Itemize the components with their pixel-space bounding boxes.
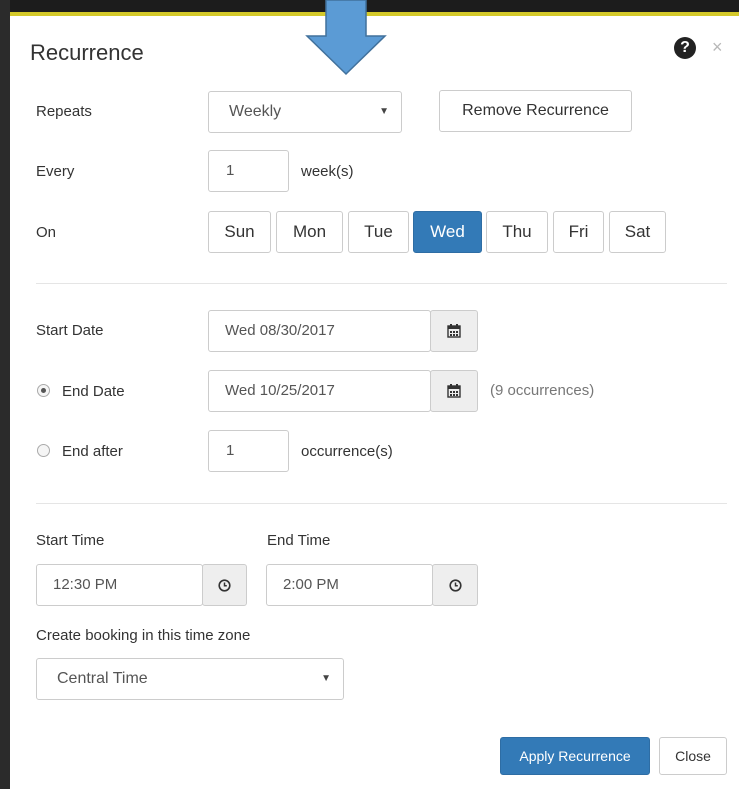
end-time-label: End Time	[267, 532, 331, 549]
end-after-radio[interactable]	[37, 444, 50, 457]
occurrence-count: (9 occurrences)	[490, 382, 595, 399]
start-date-label: Start Date	[36, 322, 104, 339]
day-button-wed[interactable]: Wed	[413, 211, 482, 253]
chevron-down-icon: ▼	[379, 106, 389, 117]
timezone-select-value: Central Time	[57, 670, 148, 687]
apply-recurrence-button[interactable]: Apply Recurrence	[500, 737, 650, 775]
question-circle-icon[interactable]: ?	[674, 37, 696, 59]
day-button-sun[interactable]: Sun	[208, 211, 271, 253]
section-divider	[36, 503, 727, 504]
timezone-label: Create booking in this time zone	[36, 627, 251, 644]
end-time-clock-button[interactable]	[432, 564, 478, 606]
timezone-select[interactable]: Central Time ▼	[36, 658, 344, 700]
calendar-icon	[447, 384, 461, 398]
repeats-label: Repeats	[36, 103, 92, 120]
start-time-label: Start Time	[36, 532, 105, 549]
end-after-unit-label: occurrence(s)	[301, 443, 393, 460]
clock-icon	[448, 579, 462, 592]
repeats-select[interactable]: Weekly ▼	[208, 91, 402, 133]
every-label: Every	[36, 163, 75, 180]
start-date-calendar-button[interactable]	[430, 310, 478, 352]
day-button-thu[interactable]: Thu	[486, 211, 548, 253]
remove-recurrence-button[interactable]: Remove Recurrence	[439, 90, 632, 132]
on-label: On	[36, 224, 57, 241]
end-date-input[interactable]: Wed 10/25/2017	[208, 370, 431, 412]
every-unit-label: week(s)	[301, 163, 354, 180]
end-date-radio[interactable]	[37, 384, 50, 397]
end-after-label: End after	[62, 443, 123, 460]
modal-title: Recurrence	[30, 40, 144, 65]
end-time-input[interactable]: 2:00 PM	[266, 564, 433, 606]
start-date-input[interactable]: Wed 08/30/2017	[208, 310, 431, 352]
close-button[interactable]: Close	[659, 737, 727, 775]
clock-icon	[218, 579, 231, 592]
end-after-input[interactable]: 1	[208, 430, 289, 472]
end-date-label: End Date	[62, 383, 125, 400]
section-divider	[36, 283, 727, 284]
end-date-calendar-button[interactable]	[430, 370, 478, 412]
day-button-tue[interactable]: Tue	[348, 211, 409, 253]
close-icon[interactable]: ×	[712, 36, 723, 58]
day-button-sat[interactable]: Sat	[609, 211, 666, 253]
annotation-arrow-icon	[305, 0, 387, 76]
chevron-down-icon: ▼	[321, 673, 331, 684]
day-button-fri[interactable]: Fri	[553, 211, 604, 253]
repeats-select-value: Weekly	[229, 103, 282, 120]
start-time-input[interactable]: 12:30 PM	[36, 564, 203, 606]
page-left-edge	[0, 0, 10, 789]
calendar-icon	[447, 324, 461, 338]
day-button-mon[interactable]: Mon	[276, 211, 343, 253]
start-time-clock-button[interactable]	[202, 564, 247, 606]
every-interval-input[interactable]: 1	[208, 150, 289, 192]
